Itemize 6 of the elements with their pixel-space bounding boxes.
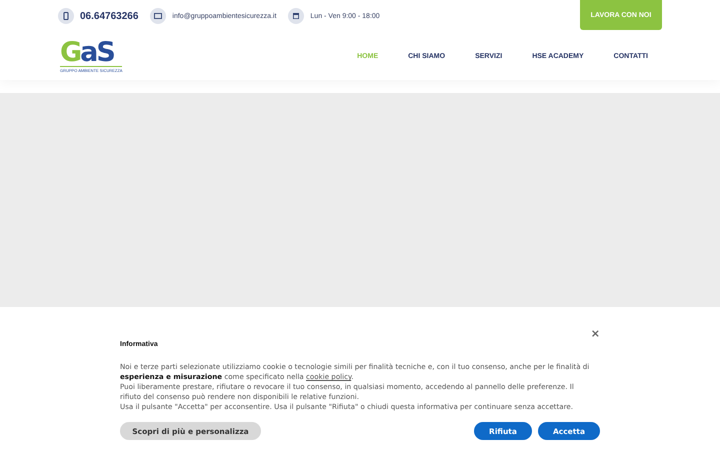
envelope-icon: [150, 8, 166, 24]
close-button[interactable]: ×: [588, 325, 602, 343]
calendar-icon: [288, 8, 304, 24]
phone-icon: [58, 8, 74, 24]
phone-number[interactable]: 06.64763266: [80, 10, 138, 22]
logo-mark[interactable]: GaS: [60, 40, 114, 66]
